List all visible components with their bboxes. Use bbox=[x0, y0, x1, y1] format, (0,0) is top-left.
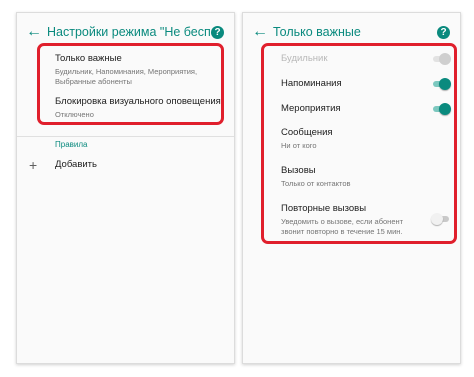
add-rule-label: Добавить bbox=[55, 159, 97, 170]
priority-options-highlight bbox=[261, 43, 457, 244]
help-icon[interactable]: ? bbox=[437, 25, 450, 39]
plus-icon: + bbox=[29, 157, 38, 173]
rules-section-header: Правила bbox=[55, 140, 88, 149]
priority-settings-highlight bbox=[37, 43, 224, 125]
section-divider bbox=[17, 136, 234, 137]
help-icon[interactable]: ? bbox=[211, 25, 224, 39]
page-title: Только важные bbox=[273, 25, 361, 39]
page-title: Настройки режима "Не бесп… bbox=[47, 25, 211, 39]
